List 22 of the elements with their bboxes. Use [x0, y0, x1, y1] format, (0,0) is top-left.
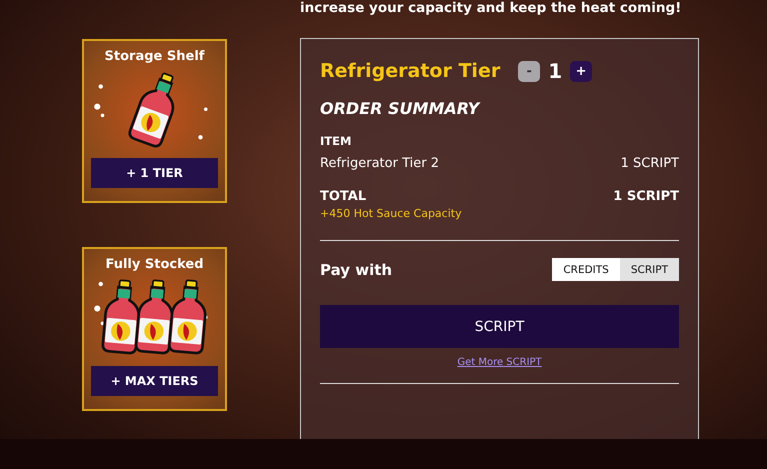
payment-option-tab[interactable]: SCRIPT [620, 258, 679, 281]
increment-button[interactable]: + [570, 60, 592, 82]
summary-heading: ORDER SUMMARY [320, 99, 482, 118]
add-tier-button[interactable]: + MAX TIERS [91, 366, 218, 396]
item-name: Refrigerator Tier 2 [320, 156, 439, 171]
add-tier-button[interactable]: + 1 TIER [91, 158, 218, 188]
offer-card[interactable]: Storage Shelf + 1 TIER [82, 39, 227, 203]
item-label: ITEM [320, 134, 352, 148]
product-title: Refrigerator Tier [320, 60, 500, 82]
intro-text: increase your capacity and keep the heat coming! [300, 0, 682, 16]
get-more-link[interactable]: Get More SCRIPT [457, 357, 542, 368]
capacity-bonus-text: +450 Hot Sauce Capacity [320, 207, 463, 220]
offer-title: Storage Shelf [104, 49, 204, 64]
total-price: 1 SCRIPT [613, 189, 679, 204]
offer-card[interactable]: Fully Stocked + MAX TIERS [82, 247, 227, 411]
purchase-button[interactable]: SCRIPT [320, 305, 679, 348]
pay-with-label: Pay with [320, 260, 392, 278]
payment-option-tab[interactable]: CREDITS [552, 258, 620, 281]
offer-title: Fully Stocked [105, 257, 204, 272]
item-price: 1 SCRIPT [620, 156, 679, 171]
total-label: TOTAL [320, 189, 366, 204]
quantity-value: 1 [548, 59, 562, 83]
